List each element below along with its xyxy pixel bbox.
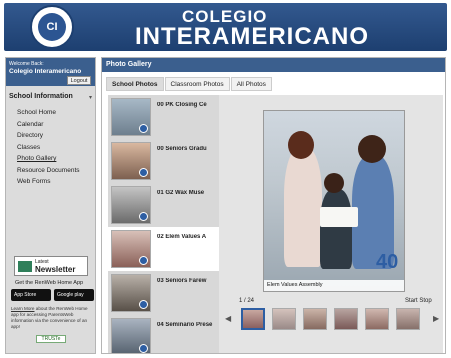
tab-all-photos[interactable]: All Photos (230, 77, 272, 91)
album-label: 00 PK Closing Ce (157, 102, 207, 108)
tab-school-photos[interactable]: School Photos (106, 77, 164, 91)
album-label: 03 Seniors Farew (157, 278, 207, 284)
sidebar-menu: School Home Calendar Directory Classes P… (17, 109, 80, 190)
sidebar-item-web-forms[interactable]: Web Forms (17, 178, 80, 190)
album-thumbnail (111, 274, 151, 312)
logout-button[interactable]: Logout (67, 76, 91, 85)
truste-seal[interactable]: TRUSTe (36, 335, 66, 343)
album-item-selected[interactable]: 02 Elem Values A (108, 227, 219, 271)
sidebar-item-resource-documents[interactable]: Resource Documents (17, 167, 80, 179)
chevron-left-icon[interactable]: ◀ (225, 314, 231, 323)
school-badge-icon (139, 212, 148, 221)
sidebar-item-directory[interactable]: Directory (17, 132, 80, 144)
photo-caption: Elem Values Assembly (264, 280, 404, 291)
album-item[interactable]: 00 Seniors Gradu (108, 139, 219, 183)
photo-counter: 1 / 24 (239, 298, 255, 304)
photo-figure (284, 147, 322, 267)
album-label: 04 Seminario Prese (157, 322, 213, 328)
album-label: 01 G2 Wax Muse (157, 190, 205, 196)
album-label: 00 Seniors Gradu (157, 146, 207, 152)
gallery-title: Photo Gallery (102, 58, 445, 72)
filmstrip-thumbnail[interactable] (365, 308, 389, 330)
photo-gallery-panel: Photo Gallery School Photos Classroom Ph… (101, 57, 446, 354)
filmstrip-thumbnail[interactable] (334, 308, 358, 330)
album-thumbnail (111, 98, 151, 136)
sidebar-item-classes[interactable]: Classes (17, 144, 80, 156)
photo-viewer: 40 Elem Values Assembly 1 / 24 Start Sto… (219, 95, 443, 353)
photo-figure (288, 131, 314, 159)
school-badge-icon (139, 344, 148, 353)
album-thumbnail (111, 318, 151, 353)
stop-button[interactable]: Stop (419, 298, 431, 304)
collapse-arrow-icon[interactable]: ▾ (89, 94, 92, 101)
learn-more-link[interactable]: Learn More (11, 306, 35, 311)
seal-monogram: CI (38, 13, 66, 41)
album-thumbnail (111, 230, 151, 268)
sidebar-item-photo-gallery[interactable]: Photo Gallery (17, 155, 80, 167)
sidebar: Welcome Back: Colegio Interamericano Log… (5, 57, 96, 354)
filmstrip-thumbnail[interactable] (303, 308, 327, 330)
section-title[interactable]: School Information (9, 93, 73, 100)
tab-classroom-photos[interactable]: Classroom Photos (164, 77, 230, 91)
photo-figure (358, 135, 386, 163)
main-photo[interactable]: 40 Elem Values Assembly (263, 110, 405, 292)
learn-more-text: Learn More about the RenWeb Home app for… (11, 306, 93, 330)
album-thumbnail (111, 142, 151, 180)
welcome-school-name: Colegio Interamericano (9, 68, 82, 75)
google-play-badge[interactable]: Google play (54, 289, 94, 301)
photo-figure (320, 189, 352, 269)
school-badge-icon (139, 256, 148, 265)
welcome-label: Welcome Back: (9, 61, 44, 67)
thumbnail-strip (233, 308, 433, 332)
newsletter-button[interactable]: Latest Newsletter (14, 256, 88, 276)
app-promo-text: Get the RenWeb Home App (15, 280, 84, 286)
album-item[interactable]: 03 Seniors Farew (108, 271, 219, 315)
site-header: CI COLEGIO INTERAMERICANO (4, 3, 447, 51)
start-button[interactable]: Start (405, 298, 418, 304)
sidebar-item-calendar[interactable]: Calendar (17, 121, 80, 133)
school-badge-icon (139, 124, 148, 133)
album-item[interactable]: 01 G2 Wax Muse (108, 183, 219, 227)
album-label: 02 Elem Values A (157, 234, 207, 240)
sidebar-item-school-home[interactable]: School Home (17, 109, 80, 121)
envelope-icon (18, 261, 32, 272)
school-seal-logo[interactable]: CI (30, 5, 74, 49)
gallery-tabs: School Photos Classroom Photos All Photo… (106, 77, 273, 91)
filmstrip-thumbnail[interactable] (272, 308, 296, 330)
certificate-image (320, 207, 358, 227)
slideshow-controls: Start Stop (405, 298, 432, 304)
anniversary-logo: 40 (376, 251, 399, 273)
newsletter-main-text: Newsletter (35, 265, 76, 274)
welcome-box: Welcome Back: Colegio Interamericano Log… (6, 58, 95, 86)
album-thumbnail (111, 186, 151, 224)
app-store-badge[interactable]: App Store (11, 289, 51, 301)
filmstrip-thumbnail[interactable] (241, 308, 265, 330)
album-list[interactable]: 00 PK Closing Ce 00 Seniors Gradu 01 G2 … (108, 95, 219, 353)
album-item[interactable]: 04 Seminario Prese (108, 315, 219, 353)
school-badge-icon (139, 168, 148, 177)
photo-figure (324, 173, 344, 193)
album-item[interactable]: 00 PK Closing Ce (108, 95, 219, 139)
filmstrip-thumbnail[interactable] (396, 308, 420, 330)
chevron-right-icon[interactable]: ▶ (433, 314, 439, 323)
school-badge-icon (139, 300, 148, 309)
header-title-line2: INTERAMERICANO (135, 23, 369, 50)
